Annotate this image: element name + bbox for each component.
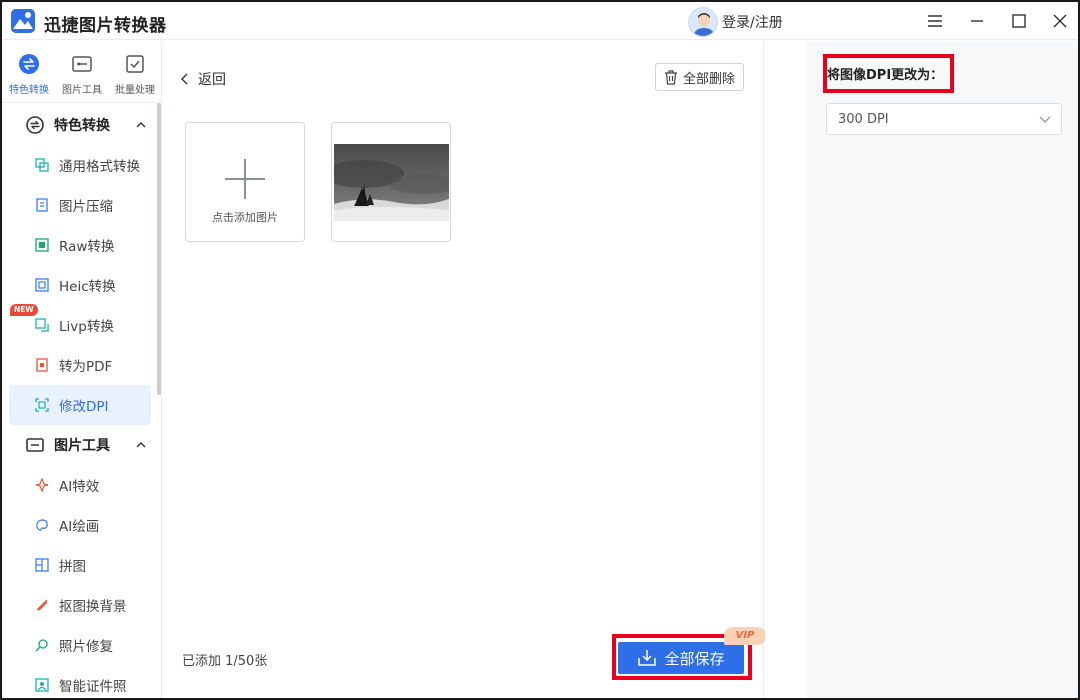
sidebar-item-collage[interactable]: 拼图 bbox=[9, 545, 151, 585]
sidebar-item-raw[interactable]: Raw转换 bbox=[9, 225, 151, 265]
batch-icon bbox=[124, 53, 146, 75]
add-image-label: 点击添加图片 bbox=[212, 211, 278, 224]
tab-batch-processing[interactable]: 批量处理 bbox=[108, 53, 162, 99]
chevron-left-icon bbox=[181, 73, 188, 85]
ai-effect-icon bbox=[35, 478, 49, 492]
plus-icon bbox=[225, 159, 265, 199]
tab-feature-convert[interactable]: 特色转换 bbox=[2, 53, 56, 99]
group-label: 特色转换 bbox=[54, 118, 110, 134]
settings-panel: 将图像DPI更改为： 300 DPI bbox=[765, 41, 1078, 698]
chevron-up-icon[interactable] bbox=[134, 438, 148, 452]
ai-paint-icon bbox=[35, 518, 49, 532]
tab-image-tools[interactable]: 图片工具 bbox=[55, 53, 109, 99]
back-label: 返回 bbox=[198, 72, 226, 88]
repair-icon bbox=[35, 638, 49, 652]
group-feature-convert[interactable]: 特色转换 bbox=[2, 105, 158, 145]
dpi-label: 将图像DPI更改为： bbox=[827, 68, 944, 83]
sidebar-item-format-convert[interactable]: 通用格式转换 bbox=[9, 145, 151, 185]
sidebar: 特色转换 图片工具 批量处理 特色转换 通用格式转换 图片压缩 Raw转换 He… bbox=[2, 41, 162, 698]
sidebar-item-label: 智能证件照 bbox=[59, 679, 127, 695]
format-convert-icon bbox=[35, 158, 49, 172]
delete-all-label: 全部删除 bbox=[682, 71, 735, 87]
dpi-select[interactable]: 300 DPI bbox=[826, 103, 1062, 135]
title-bar: 迅捷图片转换器 登录/注册 bbox=[2, 2, 1078, 40]
new-badge: NEW bbox=[10, 304, 38, 316]
dpi-icon bbox=[35, 398, 49, 412]
vip-badge: VIP bbox=[724, 627, 766, 645]
sidebar-item-compress[interactable]: 图片压缩 bbox=[9, 185, 151, 225]
compress-icon bbox=[35, 198, 49, 212]
download-icon bbox=[638, 650, 657, 666]
group-label: 图片工具 bbox=[54, 438, 110, 454]
image-thumbnail bbox=[334, 144, 449, 221]
main-panel: 返回 全部删除 点击添加图片 已添加 1/50张 全部保存 VIP bbox=[162, 41, 766, 698]
tab-label: 特色转换 bbox=[9, 85, 49, 96]
livp-icon bbox=[35, 318, 49, 332]
sidebar-item-label: Raw转换 bbox=[59, 239, 115, 255]
image-tool-icon bbox=[26, 436, 44, 454]
image-thumbnail-card[interactable] bbox=[331, 122, 451, 242]
sidebar-item-label: 修改DPI bbox=[59, 399, 109, 415]
id-photo-icon bbox=[35, 678, 49, 692]
sidebar-item-pdf[interactable]: 转为PDF bbox=[9, 345, 151, 385]
sidebar-item-ai-effect[interactable]: AI特效 bbox=[9, 465, 151, 505]
sidebar-item-dpi[interactable]: 修改DPI bbox=[9, 385, 151, 425]
sidebar-item-label: 抠图换背景 bbox=[59, 599, 127, 615]
app-window: 迅捷图片转换器 登录/注册 特色转换 图片工具 批量处理 特色转换 通用格式转换… bbox=[0, 0, 1080, 700]
save-all-button[interactable]: 全部保存 bbox=[618, 642, 744, 674]
sidebar-nav: 特色转换 通用格式转换 图片压缩 Raw转换 Heic转换 NEW Livp转换… bbox=[2, 105, 158, 698]
swap-icon bbox=[26, 116, 44, 134]
trash-icon bbox=[664, 69, 677, 85]
heic-icon bbox=[35, 278, 49, 292]
cutout-icon bbox=[35, 598, 49, 612]
image-tool-icon bbox=[71, 53, 93, 75]
tab-label: 图片工具 bbox=[62, 85, 102, 96]
pdf-icon bbox=[35, 358, 49, 372]
image-count: 已添加 1/50张 bbox=[182, 654, 268, 669]
chevron-down-icon bbox=[1039, 116, 1051, 123]
panel-divider bbox=[765, 41, 807, 698]
raw-icon bbox=[35, 238, 49, 252]
sidebar-top-tabs: 特色转换 图片工具 批量处理 bbox=[2, 41, 162, 103]
menu-icon[interactable] bbox=[922, 8, 948, 34]
sidebar-item-id-photo[interactable]: 智能证件照 bbox=[9, 665, 151, 698]
maximize-icon[interactable] bbox=[1006, 8, 1032, 34]
save-all-label: 全部保存 bbox=[664, 649, 725, 668]
tab-label: 批量处理 bbox=[115, 85, 155, 96]
sidebar-item-label: AI特效 bbox=[59, 479, 100, 495]
sidebar-scrollbar[interactable] bbox=[157, 103, 161, 395]
dpi-select-value: 300 DPI bbox=[838, 111, 889, 127]
sidebar-item-ai-paint[interactable]: AI绘画 bbox=[9, 505, 151, 545]
sidebar-item-label: Livp转换 bbox=[59, 319, 114, 335]
chevron-up-icon[interactable] bbox=[134, 118, 148, 132]
sidebar-item-livp[interactable]: NEW Livp转换 bbox=[9, 304, 151, 345]
sidebar-item-repair[interactable]: 照片修复 bbox=[9, 625, 151, 665]
sidebar-item-label: Heic转换 bbox=[59, 279, 116, 295]
group-image-tools[interactable]: 图片工具 bbox=[2, 425, 158, 465]
sidebar-item-label: 照片修复 bbox=[59, 639, 113, 655]
delete-all-button[interactable]: 全部删除 bbox=[655, 63, 744, 91]
collage-icon bbox=[35, 558, 49, 572]
sidebar-item-label: 图片压缩 bbox=[59, 199, 113, 215]
add-image-card[interactable]: 点击添加图片 bbox=[185, 122, 305, 242]
avatar[interactable] bbox=[688, 7, 718, 37]
app-title: 迅捷图片转换器 bbox=[44, 16, 167, 36]
swap-icon bbox=[18, 53, 40, 75]
sidebar-item-cutout[interactable]: 抠图换背景 bbox=[9, 585, 151, 625]
sidebar-item-label: AI绘画 bbox=[59, 519, 100, 535]
sidebar-item-label: 转为PDF bbox=[59, 359, 113, 375]
sidebar-item-label: 拼图 bbox=[59, 559, 86, 575]
login-register-link[interactable]: 登录/注册 bbox=[722, 12, 783, 32]
minimize-icon[interactable] bbox=[964, 8, 990, 34]
back-button[interactable]: 返回 bbox=[180, 69, 226, 89]
sidebar-item-heic[interactable]: Heic转换 bbox=[9, 265, 151, 305]
app-logo-icon bbox=[11, 9, 35, 33]
close-icon[interactable] bbox=[1047, 8, 1073, 34]
sidebar-item-label: 通用格式转换 bbox=[59, 159, 140, 175]
